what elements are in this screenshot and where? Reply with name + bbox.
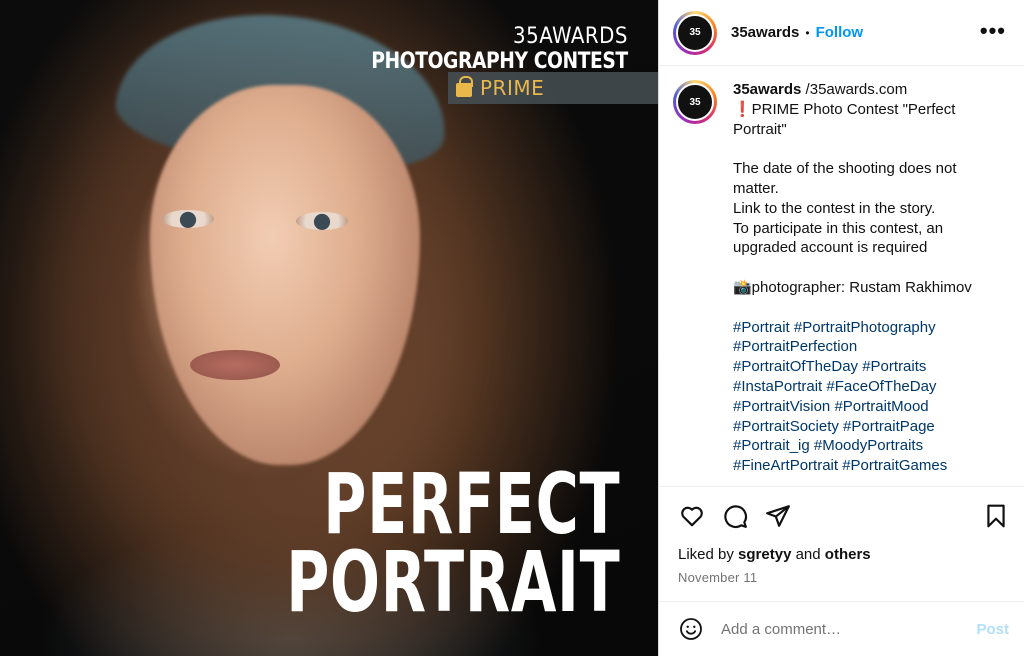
comment-bar: Post: [659, 601, 1024, 656]
avatar-image: 35: [676, 83, 714, 121]
post-header: 35 35awards • Follow •••: [659, 0, 1024, 66]
separator-dot: •: [805, 25, 810, 40]
left-eye: [162, 210, 214, 228]
brand-subtitle: PHOTOGRAPHY CONTEST: [371, 49, 629, 74]
hashtag-line[interactable]: #FineArtPortrait #PortraitGames: [733, 456, 995, 476]
comment-input[interactable]: [721, 620, 977, 638]
lock-icon: [456, 76, 473, 97]
bookmark-icon[interactable]: [983, 503, 1009, 529]
caption-blank: [733, 139, 995, 159]
hashtag-line[interactable]: #PortraitVision #PortraitMood: [733, 397, 995, 417]
caption-blank: [733, 258, 995, 278]
hashtag-line[interactable]: #PortraitOfTheDay #Portraits: [733, 357, 995, 377]
lips: [190, 350, 280, 380]
hashtag-line[interactable]: #PortraitSociety #PortraitPage: [733, 417, 995, 437]
hashtag-line[interactable]: #Portrait #PortraitPhotography: [733, 318, 995, 338]
likes-middle: and: [791, 546, 825, 563]
caption-line: upgraded account is required: [733, 239, 928, 257]
caption-line: To participate in this contest, an: [733, 219, 944, 237]
smiley-icon[interactable]: [679, 617, 703, 641]
post-image[interactable]: 35AWARDS PHOTOGRAPHY CONTEST PRIME PERFE…: [0, 0, 658, 656]
contest-brand: 35AWARDS PHOTOGRAPHY CONTEST: [326, 24, 629, 74]
likes-others-link[interactable]: others: [825, 546, 871, 563]
liked-by-user[interactable]: sgretyy: [738, 546, 791, 563]
hashtag-line[interactable]: #InstaPortrait #FaceOfTheDay: [733, 377, 995, 397]
paper-plane-icon[interactable]: [765, 503, 791, 529]
image-title-line2: PORTRAIT: [285, 533, 620, 631]
caption-line: Link to the contest in the story.: [733, 199, 936, 217]
heart-icon[interactable]: [679, 503, 705, 529]
caption: 35 35awards /35awards.com ❗PRIME Photo C…: [659, 66, 1024, 486]
caption-line: Portrait": [733, 120, 787, 138]
likes-summary[interactable]: Liked by sgretyy and others: [678, 546, 871, 563]
caption-url: /35awards.com: [801, 81, 908, 98]
caption-blank: [733, 298, 995, 318]
prime-tag: PRIME: [448, 72, 658, 104]
username-link[interactable]: 35awards: [731, 24, 799, 41]
brand-name: 35AWARDS: [513, 24, 628, 49]
caption-avatar[interactable]: 35: [673, 80, 717, 124]
caption-username[interactable]: 35awards: [733, 81, 801, 98]
caption-line: 📸photographer: Rustam Rakhimov: [733, 278, 972, 296]
post-date[interactable]: November 11: [678, 570, 757, 585]
right-eye: [296, 212, 348, 230]
hashtag-line[interactable]: #PortraitPerfection: [733, 337, 995, 357]
caption-line: ❗PRIME Photo Contest "Perfect: [733, 100, 956, 118]
comment-bubble-icon[interactable]: [722, 503, 748, 529]
prime-label: PRIME: [480, 76, 545, 100]
follow-button[interactable]: Follow: [816, 24, 864, 41]
avatar[interactable]: 35: [673, 10, 717, 55]
caption-line: The date of the shooting does not: [733, 160, 957, 178]
more-options-icon[interactable]: •••: [980, 20, 1006, 42]
avatar-image: 35: [676, 13, 714, 52]
post-comment-button[interactable]: Post: [976, 621, 1009, 638]
caption-body: 35awards /35awards.com ❗PRIME Photo Cont…: [733, 80, 995, 486]
action-bar: [659, 486, 1024, 542]
likes-prefix: Liked by: [678, 546, 739, 563]
post-panel: 35 35awards • Follow ••• 35 35awards /35…: [658, 0, 1024, 656]
portrait-face: [150, 85, 420, 465]
hashtag-line[interactable]: #Portrait_ig #MoodyPortraits: [733, 436, 995, 456]
caption-line: matter.: [733, 179, 779, 197]
